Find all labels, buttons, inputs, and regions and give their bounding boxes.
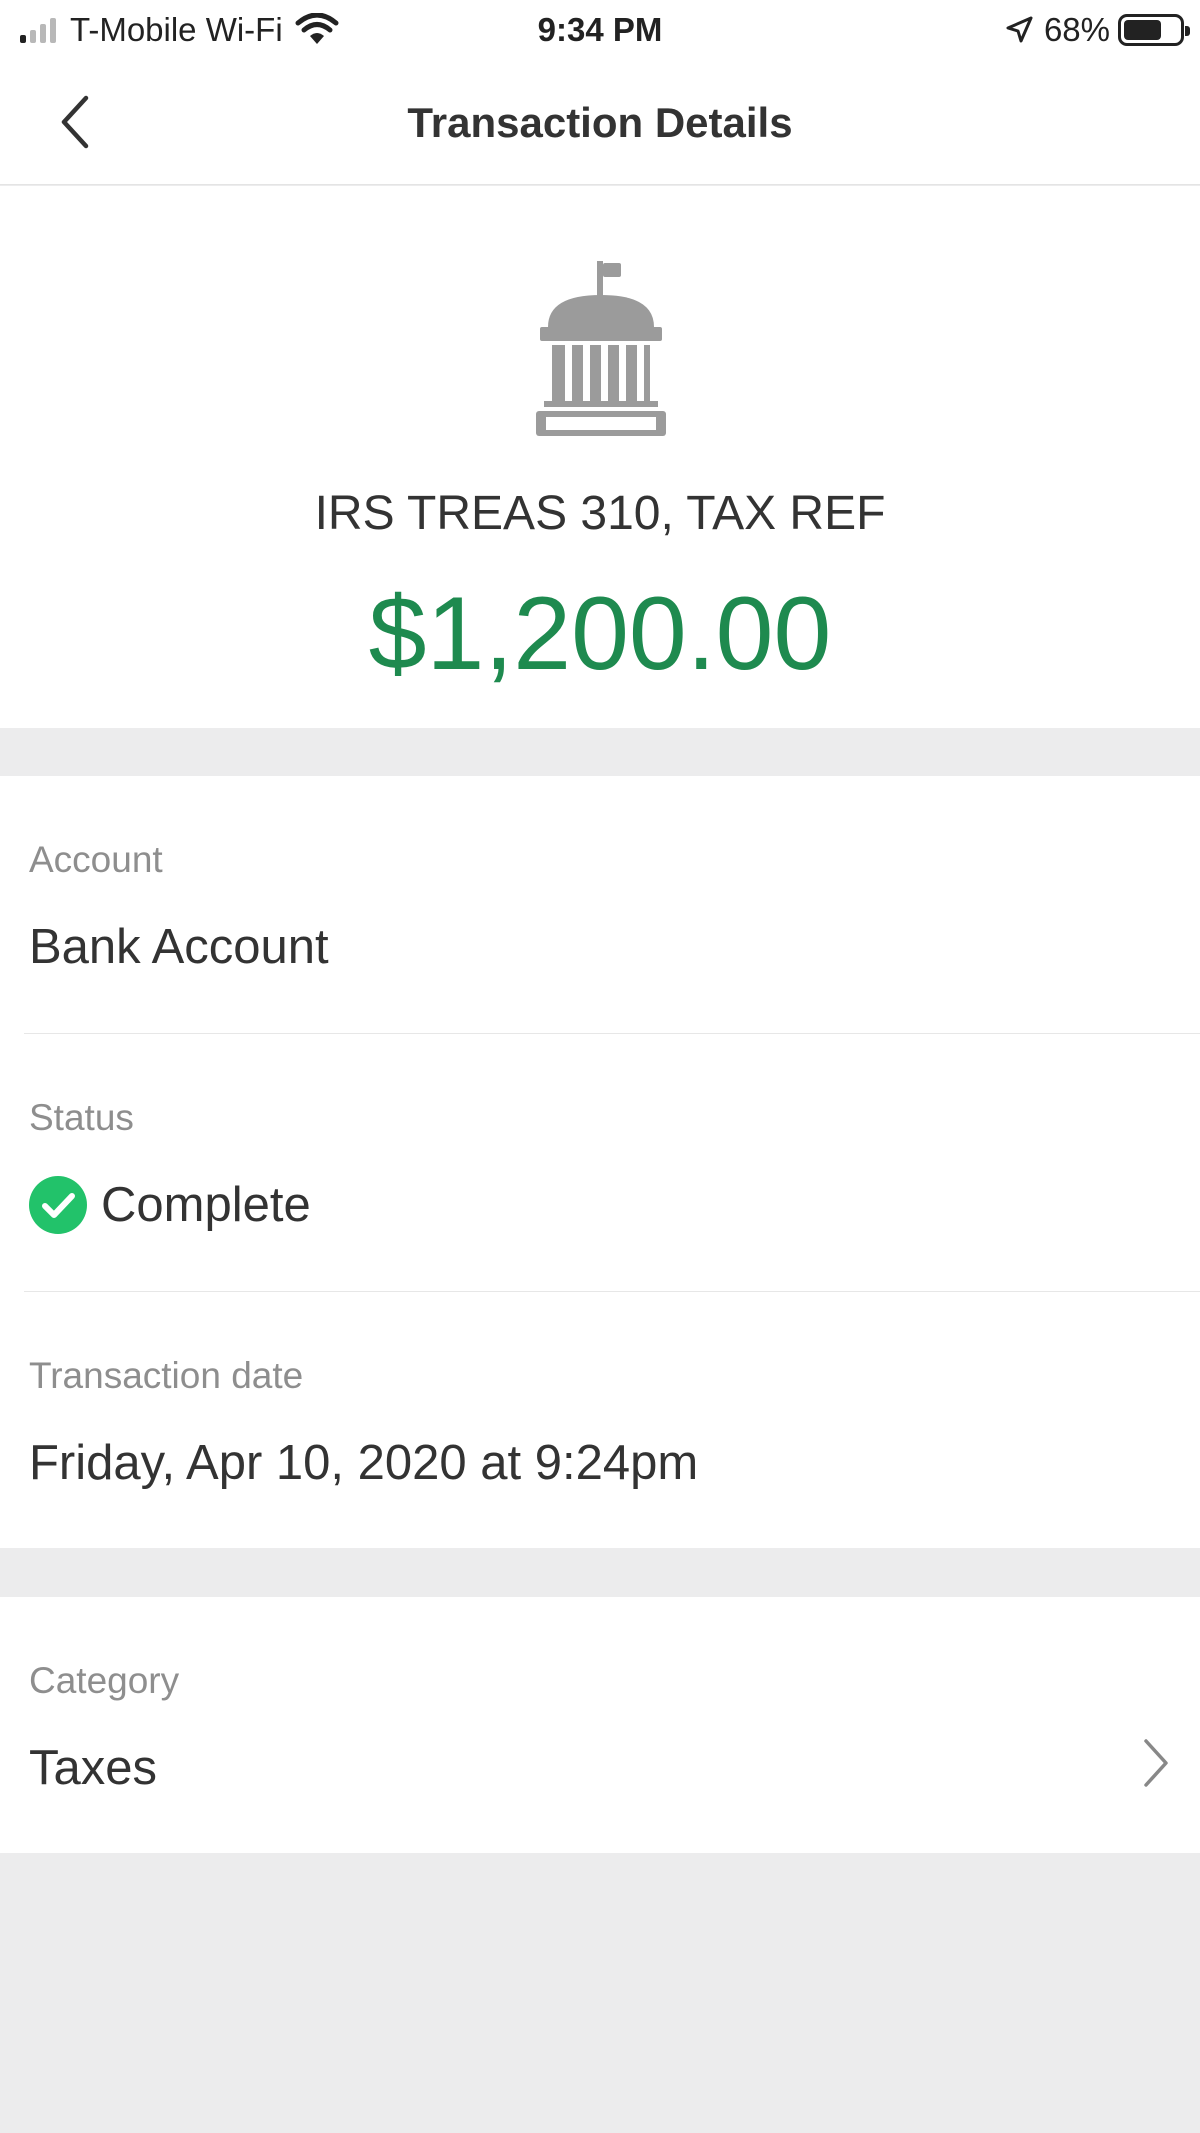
- category-value: Taxes: [29, 1741, 158, 1795]
- date-value: Friday, Apr 10, 2020 at 9:24pm: [29, 1436, 699, 1490]
- merchant-name: IRS TREAS 310, TAX REF: [314, 487, 886, 540]
- status-right: 68%: [1004, 10, 1190, 50]
- transaction-amount: $1,200.00: [368, 576, 832, 692]
- category-row[interactable]: Category Taxes: [0, 1597, 1200, 1853]
- status-bar: T-Mobile Wi-Fi 9:34 PM 68%: [0, 0, 1200, 60]
- date-label: Transaction date: [29, 1355, 304, 1396]
- account-label: Account: [29, 839, 163, 880]
- category-label: Category: [29, 1660, 180, 1701]
- nav-bar: Transaction Details: [0, 60, 1200, 185]
- bank-building-icon: [536, 261, 666, 436]
- account-value: Bank Account: [29, 920, 329, 974]
- battery-percent: 68%: [1043, 11, 1110, 48]
- battery-icon: [1118, 14, 1190, 46]
- check-circle-icon: [29, 1176, 87, 1234]
- details-card: Account Bank Account Status Complete Tra…: [0, 776, 1200, 1548]
- status-label: Status: [29, 1097, 134, 1138]
- chevron-right-icon: [1144, 1739, 1168, 1787]
- detail-row-account: Account Bank Account: [0, 776, 1200, 1034]
- battery-fill: [1124, 20, 1161, 40]
- location-arrow-icon: [1006, 16, 1033, 43]
- status-value: Complete: [29, 1176, 311, 1234]
- transaction-header: IRS TREAS 310, TAX REF $1,200.00: [0, 186, 1200, 728]
- detail-row-status: Status Complete: [0, 1034, 1200, 1292]
- page-title: Transaction Details: [407, 99, 793, 146]
- detail-row-date: Transaction date Friday, Apr 10, 2020 at…: [0, 1292, 1200, 1550]
- status-text: Complete: [101, 1178, 311, 1232]
